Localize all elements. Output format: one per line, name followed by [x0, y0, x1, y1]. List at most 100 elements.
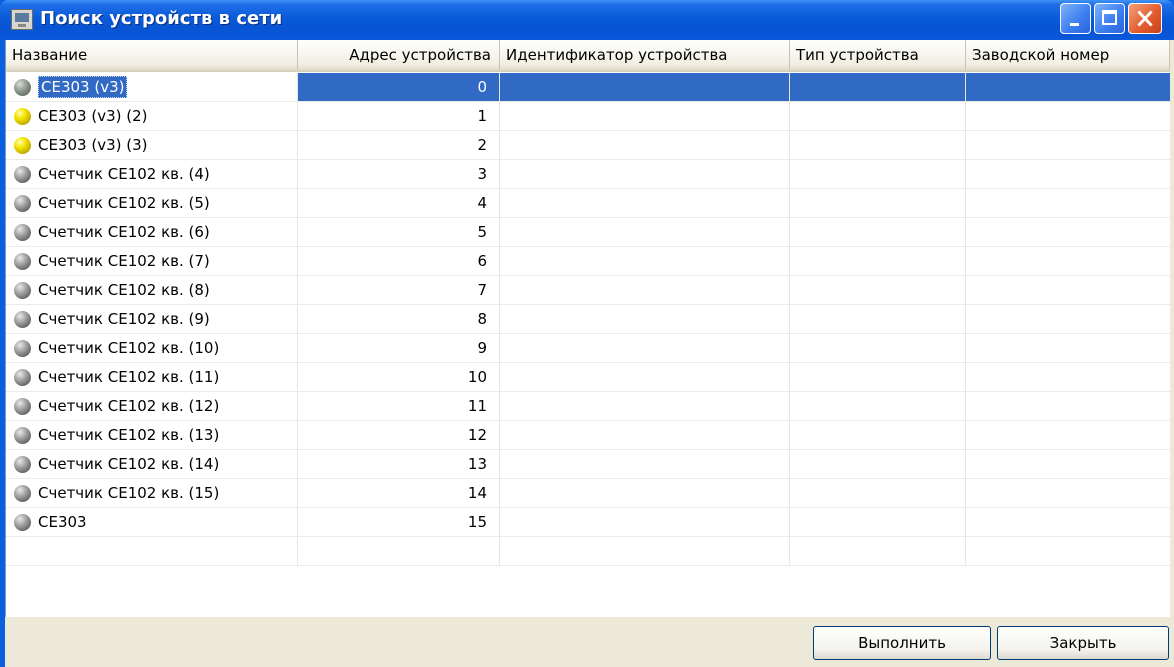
cell-address: 10 [298, 363, 500, 391]
cell-serial [966, 421, 1170, 449]
cell-identifier [500, 189, 790, 217]
cell-identifier [500, 450, 790, 478]
table-row[interactable]: Счетчик CE102 кв. (14) 13 [6, 450, 1170, 479]
network-search-icon [11, 9, 33, 30]
devices-table[interactable]: Название Адрес устройства Идентификатор … [5, 40, 1170, 617]
cell-name: Счетчик CE102 кв. (6) [6, 218, 298, 246]
cell-name: CE303 (v3) (2) [6, 102, 298, 130]
device-name: Счетчик CE102 кв. (13) [38, 426, 220, 444]
maximize-icon [1102, 10, 1117, 25]
cell-address: 13 [298, 450, 500, 478]
cell-type [790, 276, 966, 304]
cell-address [298, 537, 500, 565]
device-name: Счетчик CE102 кв. (7) [38, 252, 210, 270]
cell-name: Счетчик CE102 кв. (14) [6, 450, 298, 478]
cell-serial [966, 102, 1170, 130]
device-name: Счетчик CE102 кв. (5) [38, 194, 210, 212]
device-name: Счетчик CE102 кв. (12) [38, 397, 220, 415]
cell-name: Счетчик CE102 кв. (15) [6, 479, 298, 507]
close-window-button[interactable] [1128, 3, 1162, 34]
status-indicator-icon [14, 514, 31, 531]
table-row[interactable]: Счетчик CE102 кв. (7) 6 [6, 247, 1170, 276]
table-row[interactable]: CE303 (v3) (3) 2 [6, 131, 1170, 160]
cell-serial [966, 537, 1170, 565]
cell-address: 11 [298, 392, 500, 420]
cell-type [790, 189, 966, 217]
cell-address: 5 [298, 218, 500, 246]
cell-serial [966, 450, 1170, 478]
column-header-name[interactable]: Название [6, 40, 298, 70]
maximize-button[interactable] [1094, 3, 1125, 34]
cell-serial [966, 189, 1170, 217]
cell-type [790, 392, 966, 420]
device-name: Счетчик CE102 кв. (6) [38, 223, 210, 241]
table-row[interactable]: Счетчик CE102 кв. (11) 10 [6, 363, 1170, 392]
client-area: Название Адрес устройства Идентификатор … [5, 40, 1174, 667]
table-row[interactable]: CE303 15 [6, 508, 1170, 537]
status-indicator-icon [14, 253, 31, 270]
column-header-type[interactable]: Тип устройства [790, 40, 966, 70]
cell-name: CE303 (v3) (3) [6, 131, 298, 159]
status-indicator-icon [14, 282, 31, 299]
cell-type [790, 450, 966, 478]
cell-type [790, 305, 966, 333]
table-row[interactable]: Счетчик CE102 кв. (12) 11 [6, 392, 1170, 421]
cell-address: 3 [298, 160, 500, 188]
cell-identifier [500, 363, 790, 391]
cell-identifier [500, 160, 790, 188]
status-indicator-icon [14, 195, 31, 212]
cell-serial [966, 276, 1170, 304]
cell-name: CE303 (v3) [6, 73, 298, 101]
table-row[interactable]: CE303 (v3) (2) 1 [6, 102, 1170, 131]
cell-identifier [500, 421, 790, 449]
cell-name: Счетчик CE102 кв. (8) [6, 276, 298, 304]
status-indicator-icon [14, 398, 31, 415]
table-row[interactable]: Счетчик CE102 кв. (4) 3 [6, 160, 1170, 189]
cell-address: 15 [298, 508, 500, 536]
table-row[interactable]: CE303 (v3) 0 [6, 73, 1170, 102]
cell-type [790, 363, 966, 391]
cell-address: 12 [298, 421, 500, 449]
table-row[interactable]: Счетчик CE102 кв. (8) 7 [6, 276, 1170, 305]
cell-type [790, 247, 966, 275]
table-row[interactable]: Счетчик CE102 кв. (6) 5 [6, 218, 1170, 247]
table-row[interactable] [6, 537, 1170, 566]
cell-name: Счетчик CE102 кв. (11) [6, 363, 298, 391]
cell-serial [966, 508, 1170, 536]
cell-address: 0 [298, 73, 500, 101]
cell-name: CE303 [6, 508, 298, 536]
table-header: Название Адрес устройства Идентификатор … [6, 40, 1170, 72]
device-name: CE303 (v3) (2) [38, 107, 148, 125]
status-indicator-icon [14, 485, 31, 502]
cell-identifier [500, 276, 790, 304]
cell-identifier [500, 218, 790, 246]
title-bar[interactable]: Поиск устройств в сети [0, 0, 1174, 40]
device-name: Счетчик CE102 кв. (11) [38, 368, 220, 386]
column-header-address[interactable]: Адрес устройства [298, 40, 500, 70]
cell-identifier [500, 508, 790, 536]
table-row[interactable]: Счетчик CE102 кв. (9) 8 [6, 305, 1170, 334]
cell-name: Счетчик CE102 кв. (7) [6, 247, 298, 275]
cell-type [790, 537, 966, 565]
table-row[interactable]: Счетчик CE102 кв. (5) 4 [6, 189, 1170, 218]
device-name: Счетчик CE102 кв. (9) [38, 310, 210, 328]
status-indicator-icon [14, 166, 31, 183]
cell-identifier [500, 73, 790, 101]
table-row[interactable]: Счетчик CE102 кв. (13) 12 [6, 421, 1170, 450]
table-row[interactable]: Счетчик CE102 кв. (10) 9 [6, 334, 1170, 363]
minimize-button[interactable] [1060, 3, 1091, 34]
cell-serial [966, 73, 1170, 101]
cell-identifier [500, 479, 790, 507]
device-name: Счетчик CE102 кв. (10) [38, 339, 220, 357]
status-indicator-icon [14, 79, 31, 96]
column-header-identifier[interactable]: Идентификатор устройства [500, 40, 790, 70]
table-row[interactable]: Счетчик CE102 кв. (15) 14 [6, 479, 1170, 508]
column-header-serial[interactable]: Заводской номер [966, 40, 1170, 70]
cell-type [790, 421, 966, 449]
close-button[interactable]: Закрыть [997, 626, 1169, 660]
cell-name: Счетчик CE102 кв. (10) [6, 334, 298, 362]
run-button[interactable]: Выполнить [813, 626, 991, 660]
cell-identifier [500, 305, 790, 333]
device-name: CE303 [38, 513, 87, 531]
cell-name: Счетчик CE102 кв. (12) [6, 392, 298, 420]
